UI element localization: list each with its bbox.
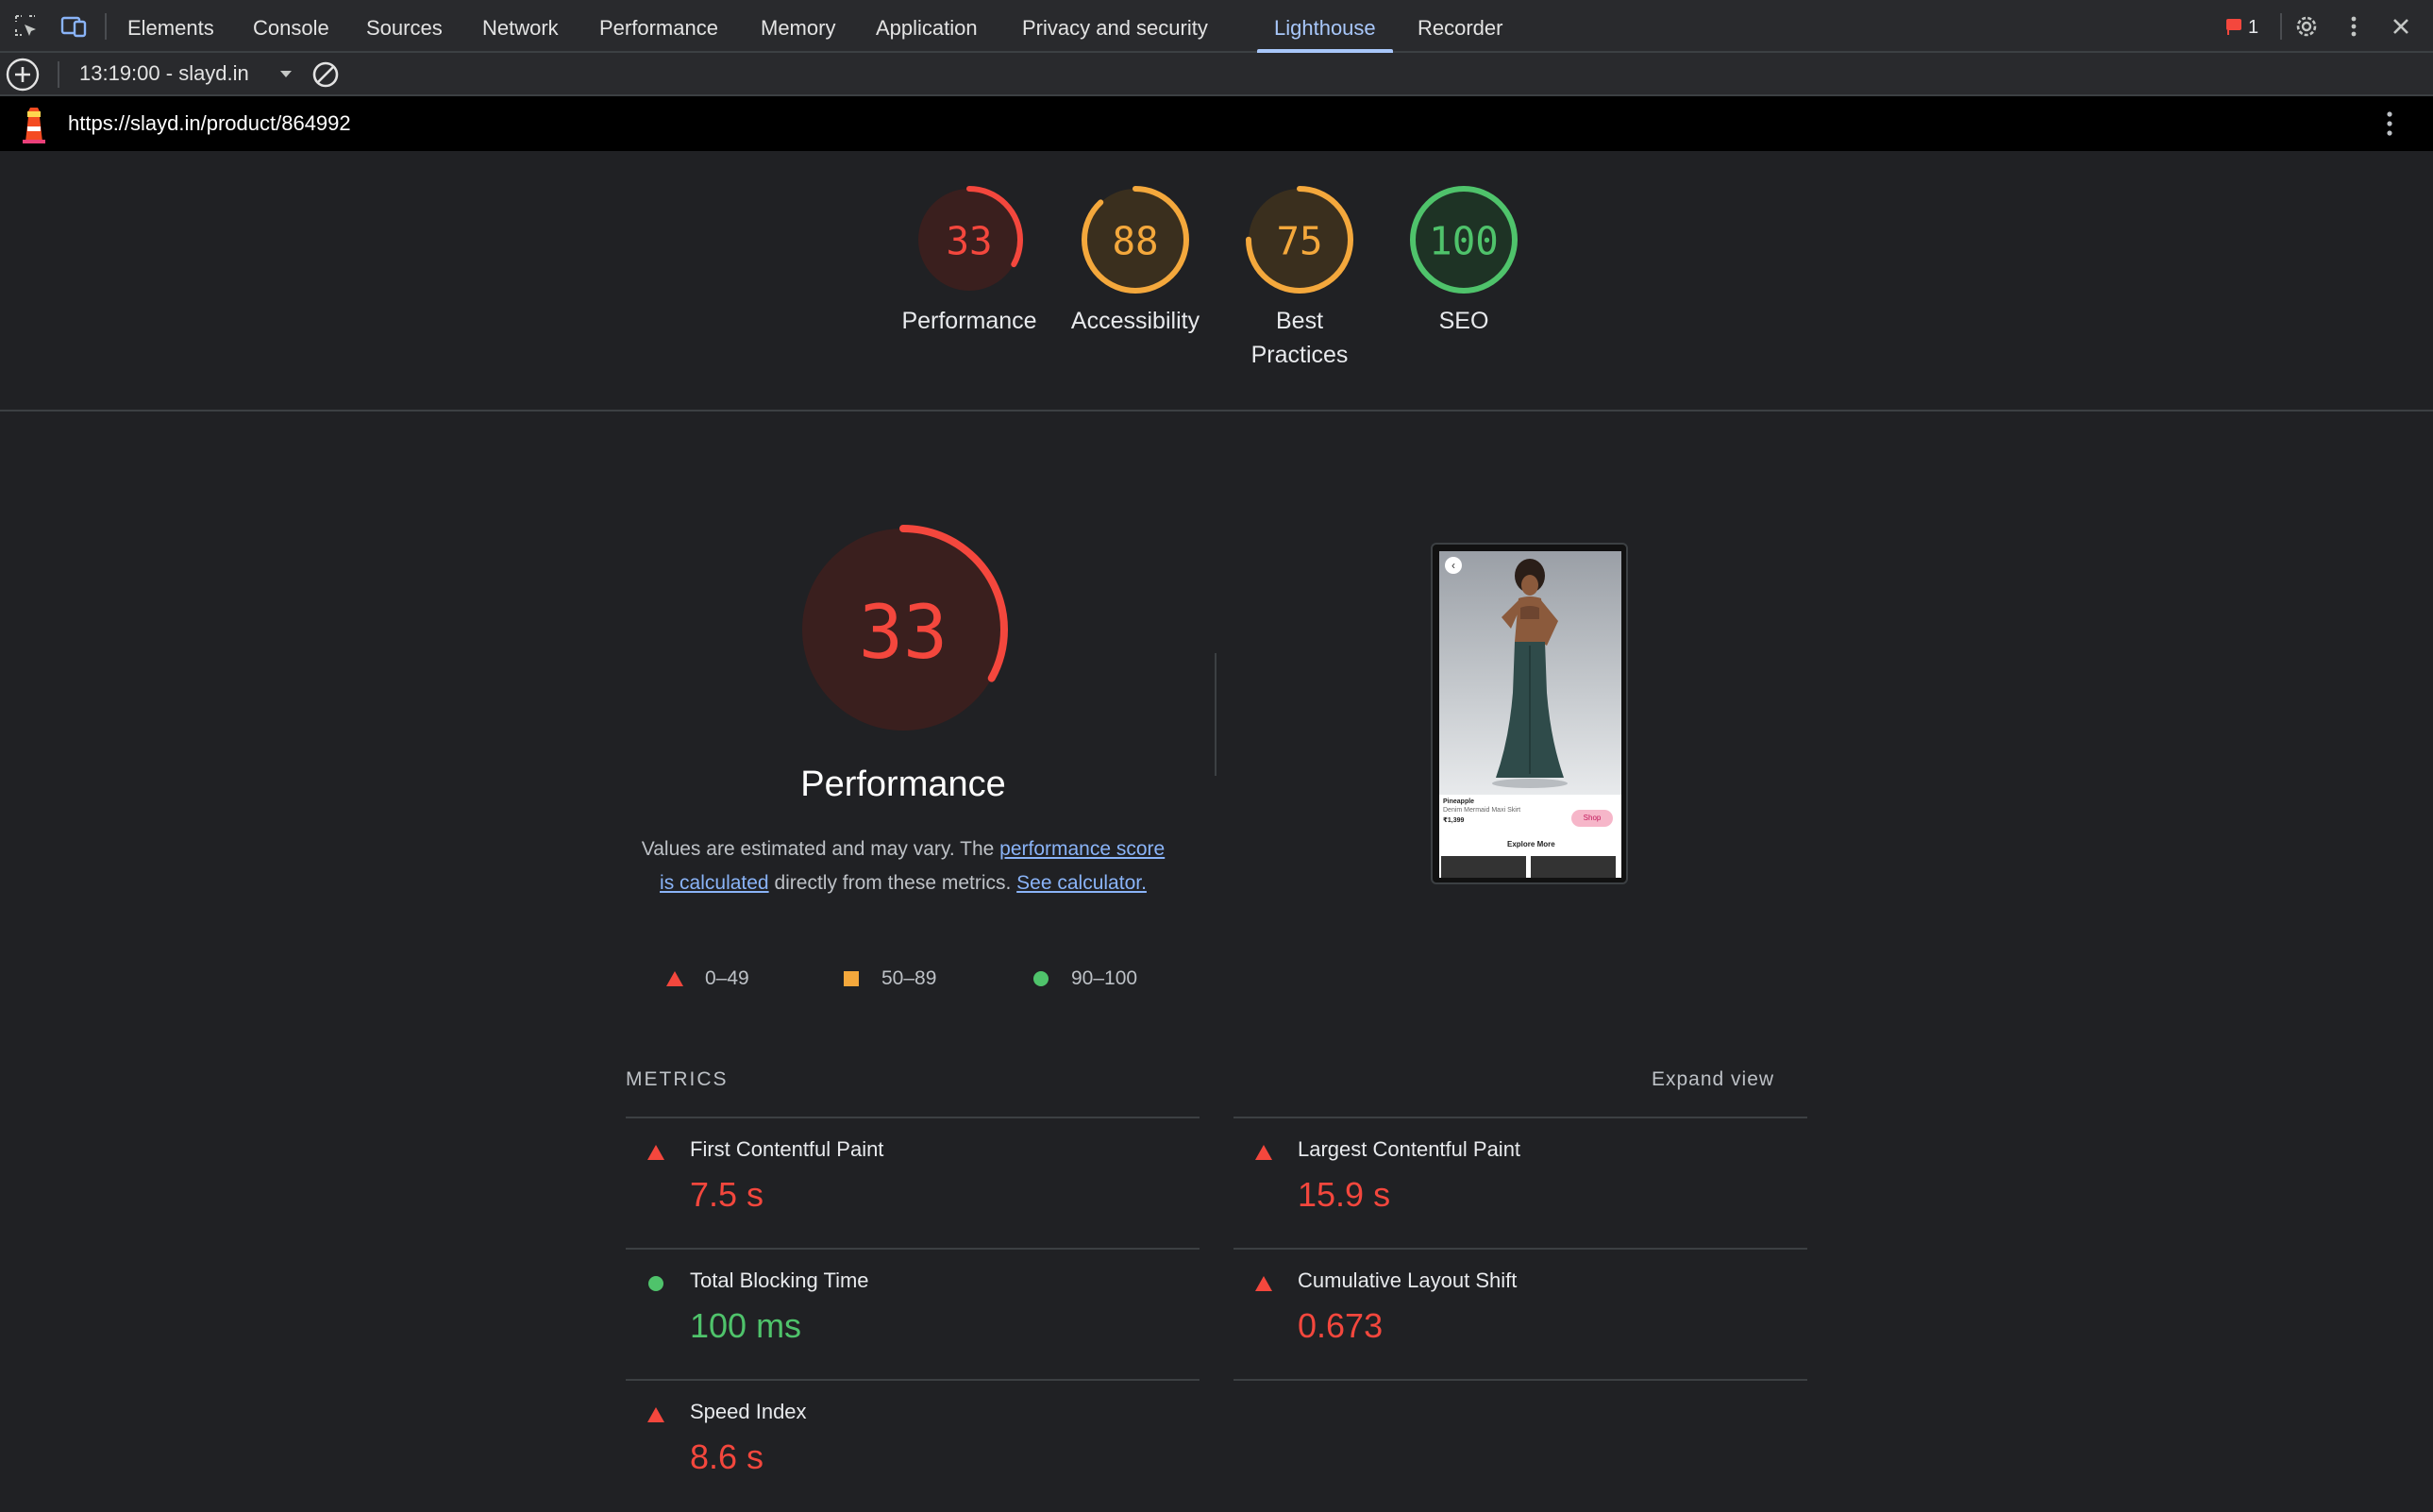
performance-title: Performance [800,764,1006,804]
screenshot-viewport: ‹ Pineapple Denim Mermaid Maxi Skirt ₹1,… [1439,551,1621,878]
pass-circle-icon [1033,971,1049,986]
devtools-tab-bar: Elements Console Sources Network Perform… [0,0,2433,53]
explore-thumbnail[interactable] [1531,856,1616,878]
expand-view-toggle[interactable]: Expand view [1652,1068,1774,1091]
issues-count: 1 [2248,17,2259,38]
gauge-score: 33 [946,219,992,264]
metric-value: 7.5 s [690,1175,764,1214]
metric-name: Speed Index [690,1400,807,1423]
description-text: directly from these metrics. [768,872,1017,894]
score-gauges: 33 Performance 88 Accessibility 75 Best … [0,151,2433,412]
performance-score-gauge: 33 [795,521,1012,743]
see-calculator-link[interactable]: See calculator. [1016,872,1147,894]
settings-gear-icon[interactable] [2293,13,2320,40]
tab-memory[interactable]: Memory [761,0,835,51]
gauge-score: 88 [1112,219,1158,264]
gauge-label: SEO [1438,308,1489,334]
gauge-seo[interactable]: 100 SEO [1379,183,1549,338]
tab-lighthouse[interactable]: Lighthouse [1257,0,1393,53]
performance-description: Values are estimated and may vary. The p… [639,832,1167,900]
gauge-score: 33 [859,590,948,676]
issues-badge[interactable]: 1 [2225,13,2269,40]
description-text: Values are estimated and may vary. The [641,838,1000,860]
toolbar-separator [58,61,59,88]
tab-sources[interactable]: Sources [366,0,443,51]
back-arrow-icon[interactable]: ‹ [1445,557,1462,574]
performance-score-ring: 33 [798,525,1008,734]
tab-network[interactable]: Network [482,0,559,51]
metric-name: Total Blocking Time [690,1268,869,1292]
fail-triangle-icon [647,1407,664,1422]
more-options-icon[interactable] [2341,13,2367,40]
tab-privacy-and-security[interactable]: Privacy and security [1022,0,1208,51]
gauge-performance-ring: 33 [915,186,1023,294]
fail-triangle-icon [1255,1276,1272,1291]
gauge-score: 75 [1276,219,1322,264]
legend-range: 90–100 [1071,967,1138,989]
explore-more-heading: Explore More [1507,840,1555,848]
legend-range: 0–49 [705,967,749,989]
report-url-bar: https://slayd.in/product/864992 [0,96,2433,151]
tab-performance[interactable]: Performance [599,0,718,51]
inspect-element-icon[interactable] [13,13,40,40]
product-price: ₹1,399 [1443,817,1465,824]
toolbar-separator [105,13,107,40]
product-photo: ‹ [1439,551,1621,795]
issues-flag-icon [2226,19,2241,35]
metric-divider [1233,1379,1807,1381]
metric-speed-index[interactable]: Speed Index 8.6 s [626,1381,1200,1509]
metric-value: 8.6 s [690,1437,764,1476]
explore-thumbnail[interactable] [1441,856,1526,878]
metric-name: Largest Contentful Paint [1298,1137,1521,1161]
metric-cumulative-layout-shift[interactable]: Cumulative Layout Shift 0.673 [1233,1250,1807,1378]
gauge-performance[interactable]: 33 Performance [884,183,1054,338]
report-menu-icon[interactable] [2376,109,2403,143]
metric-total-blocking-time[interactable]: Total Blocking Time 100 ms [626,1250,1200,1378]
metric-largest-contentful-paint[interactable]: Largest Contentful Paint 15.9 s [1233,1118,1807,1247]
metric-name: Cumulative Layout Shift [1298,1268,1518,1292]
product-brand: Pineapple [1443,798,1475,805]
report-selector[interactable]: 13:19:00 - slayd.in [79,53,249,94]
gauge-accessibility[interactable]: 88 Accessibility [1050,183,1220,338]
gauge-score: 100 [1429,219,1499,264]
lighthouse-logo-icon [19,106,49,148]
dropdown-caret-icon[interactable] [277,65,294,87]
model-figure [1492,559,1568,788]
tab-application[interactable]: Application [876,0,978,51]
gauge-label: Best Practices [1250,308,1349,368]
lighthouse-toolbar: 13:19:00 - slayd.in [0,53,2433,96]
pass-circle-icon [648,1276,663,1291]
fail-triangle-icon [1255,1145,1272,1160]
gauge-label: Accessibility [1070,308,1200,334]
gauge-best-practices-ring: 75 [1246,186,1353,294]
section-divider [1215,653,1216,776]
metric-first-contentful-paint[interactable]: First Contentful Paint 7.5 s [626,1118,1200,1247]
metric-value: 100 ms [690,1306,802,1345]
new-report-plus-icon[interactable] [6,58,40,96]
legend-range: 50–89 [881,967,937,989]
fail-triangle-icon [647,1145,664,1160]
toolbar-separator [2280,13,2282,40]
tab-recorder[interactable]: Recorder [1418,0,1502,51]
clear-reports-icon[interactable] [311,60,340,93]
gauge-accessibility-ring: 88 [1082,186,1189,294]
metrics-heading: METRICS [626,1068,729,1090]
tab-console[interactable]: Console [253,0,329,51]
page-screenshot[interactable]: ‹ Pineapple Denim Mermaid Maxi Skirt ₹1,… [1431,543,1628,884]
fail-triangle-icon [666,971,683,986]
average-square-icon [844,971,859,986]
gauge-label: Performance [901,308,1037,334]
close-icon[interactable] [2388,13,2414,40]
metric-value: 15.9 s [1298,1175,1391,1214]
metric-name: First Contentful Paint [690,1137,884,1161]
shop-button[interactable]: Shop [1571,810,1613,827]
product-name: Denim Mermaid Maxi Skirt [1443,807,1521,814]
report-url[interactable]: https://slayd.in/product/864992 [68,96,351,151]
gauge-seo-ring: 100 [1410,186,1518,294]
gauge-best-practices[interactable]: 75 Best Practices [1215,183,1384,372]
metric-value: 0.673 [1298,1306,1384,1345]
tab-elements[interactable]: Elements [127,0,214,51]
device-toolbar-icon[interactable] [60,13,87,40]
